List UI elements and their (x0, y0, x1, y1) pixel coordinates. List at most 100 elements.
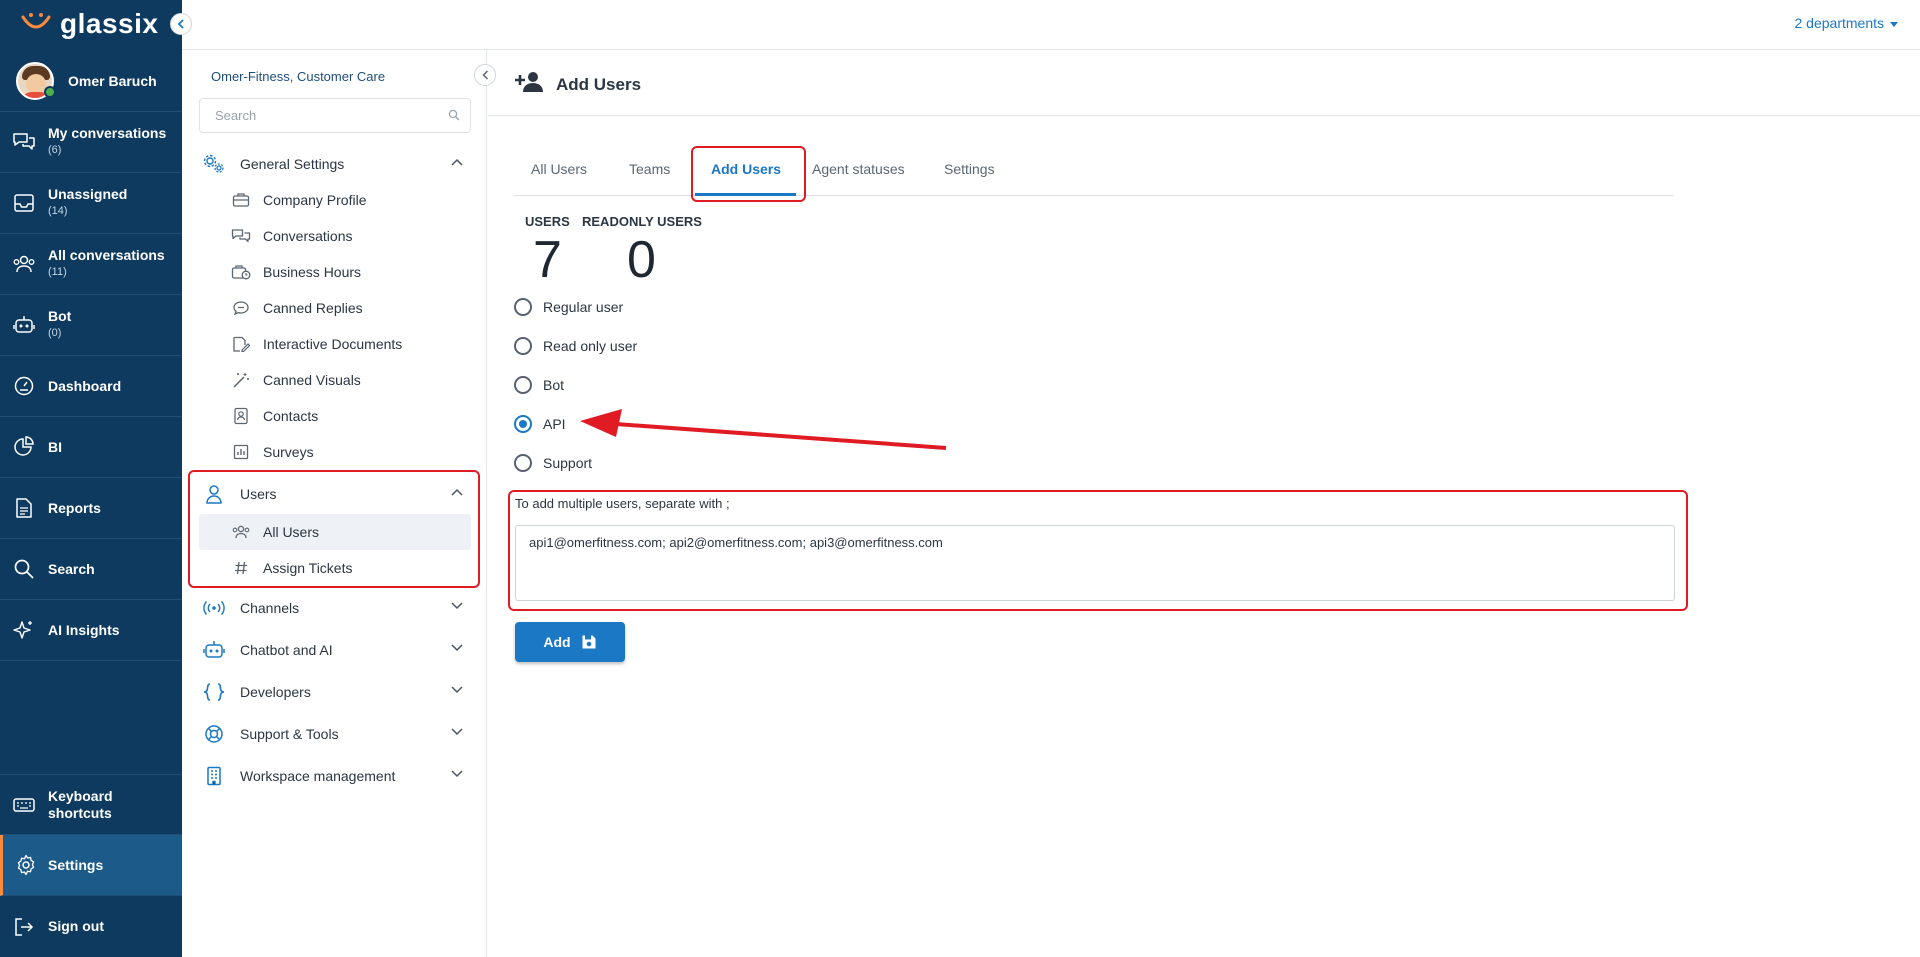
online-status-dot (44, 86, 56, 98)
chevron-up-icon (451, 158, 463, 166)
group-users[interactable]: Users (199, 476, 471, 512)
sub-canned-replies[interactable]: Canned Replies (199, 290, 471, 326)
sub-all-users[interactable]: All Users (199, 514, 471, 550)
nav-all-conversations[interactable]: All conversations (11) (0, 234, 182, 295)
tab-add-users[interactable]: Add Users (711, 161, 781, 177)
sub-assign-tickets[interactable]: Assign Tickets (199, 550, 471, 586)
group-channels[interactable]: Channels (199, 590, 471, 626)
briefcase-icon (232, 193, 250, 207)
nav-settings[interactable]: Settings (0, 835, 182, 896)
sub-contacts[interactable]: Contacts (199, 398, 471, 434)
sparkle-icon (13, 621, 32, 639)
sub-label: Business Hours (263, 264, 362, 280)
logo[interactable]: glassix (20, 6, 158, 42)
sub-business-hours[interactable]: Business Hours (199, 254, 471, 290)
radio-bot[interactable]: Bot (514, 376, 564, 394)
group-general-settings[interactable]: General Settings (199, 146, 471, 182)
radio-circle[interactable] (514, 376, 532, 394)
top-bar: 2 departments (182, 0, 1920, 50)
user-profile[interactable]: Omer Baruch (0, 50, 182, 112)
radio-circle[interactable] (514, 454, 532, 472)
collapse-settings-sidebar-button[interactable] (474, 64, 496, 86)
nav-ai-insights[interactable]: AI Insights (0, 600, 182, 661)
group-workspace-management[interactable]: Workspace management (199, 758, 471, 794)
main-nav: glassix Omer Baruch My conversations (6) … (0, 0, 192, 957)
add-user-icon (515, 72, 543, 92)
tab-agent-statuses[interactable]: Agent statuses (812, 161, 905, 177)
inbox-icon (14, 194, 34, 212)
settings-search-input[interactable]: Search (199, 98, 471, 133)
nav-search[interactable]: Search (0, 539, 182, 600)
nav-label: Settings (48, 856, 104, 873)
life-ring-icon (205, 725, 223, 743)
contact-card-icon (234, 407, 248, 425)
users-tabs: All Users Teams Add Users Agent statuses… (514, 148, 1674, 196)
radio-regular-user[interactable]: Regular user (514, 298, 623, 316)
collapse-nav-button[interactable] (170, 13, 192, 35)
group-developers[interactable]: Developers (199, 674, 471, 710)
add-button[interactable]: Add (515, 622, 625, 662)
organization-name: Omer-Fitness, Customer Care (211, 69, 386, 84)
tab-teams[interactable]: Teams (629, 161, 670, 177)
nav-unassigned[interactable]: Unassigned (14) (0, 173, 182, 234)
radio-circle-selected[interactable] (514, 415, 532, 433)
sub-label: Canned Visuals (263, 372, 361, 388)
settings-sidebar: Omer-Fitness, Customer Care Search Gener… (182, 50, 487, 957)
page-header: Add Users (488, 50, 1920, 116)
group-label: Channels (240, 600, 300, 616)
nav-label: My conversations (48, 125, 167, 141)
document-edit-icon (233, 336, 250, 352)
chevron-down-icon (451, 728, 463, 736)
sub-interactive-documents[interactable]: Interactive Documents (199, 326, 471, 362)
people-icon (232, 525, 250, 539)
tab-all-users[interactable]: All Users (531, 161, 587, 177)
group-support-and-tools[interactable]: Support & Tools (199, 716, 471, 752)
group-label: General Settings (240, 156, 345, 172)
chevron-down-icon (451, 644, 463, 652)
sub-label: Contacts (263, 408, 319, 424)
pie-chart-icon (14, 436, 34, 456)
sub-company-profile[interactable]: Company Profile (199, 182, 471, 218)
departments-dropdown[interactable]: 2 departments (1794, 15, 1898, 31)
radio-circle[interactable] (514, 337, 532, 355)
chevron-up-icon (451, 488, 463, 496)
group-label: Support & Tools (240, 726, 339, 742)
user-icon (206, 485, 222, 504)
group-label: Developers (240, 684, 311, 700)
radio-label: Bot (543, 377, 565, 393)
annotation-arrow-icon (580, 409, 947, 450)
nav-label: Bot (48, 308, 72, 324)
nav-my-conversations[interactable]: My conversations (6) (0, 112, 182, 173)
radio-support[interactable]: Support (514, 454, 592, 472)
tab-settings[interactable]: Settings (944, 161, 995, 177)
search-icon (14, 559, 34, 579)
nav-keyboard-shortcuts[interactable]: Keyboard shortcuts (0, 774, 182, 835)
sub-surveys[interactable]: Surveys (199, 434, 471, 470)
briefcase-clock-icon (231, 265, 251, 280)
radio-api[interactable]: API (514, 415, 566, 433)
bar-chart-icon (233, 444, 249, 460)
nav-sign-out[interactable]: Sign out (0, 896, 182, 957)
hashtag-icon (235, 561, 247, 575)
radio-circle[interactable] (514, 298, 532, 316)
nav-label: Unassigned (48, 186, 128, 202)
nav-reports[interactable]: Reports (0, 478, 182, 539)
sub-conversations[interactable]: Conversations (199, 218, 471, 254)
group-chatbot-and-ai[interactable]: Chatbot and AI (199, 632, 471, 668)
curly-braces-icon (203, 683, 225, 701)
nav-bot[interactable]: Bot (0) (0, 295, 182, 356)
readonly-users-count-label: READONLY USERS (582, 214, 702, 229)
radio-read-only-user[interactable]: Read only user (514, 337, 637, 355)
group-label: Chatbot and AI (240, 642, 333, 658)
radio-label: Regular user (543, 299, 624, 315)
departments-label: 2 departments (1794, 15, 1885, 31)
sub-label: Assign Tickets (263, 560, 353, 576)
search-icon (448, 109, 460, 121)
sign-out-icon (15, 917, 34, 936)
sub-canned-visuals[interactable]: Canned Visuals (199, 362, 471, 398)
emails-textarea[interactable]: api1@omerfitness.com; api2@omerfitness.c… (515, 525, 1675, 601)
nav-label: Search (48, 560, 95, 577)
save-floppy-icon (582, 635, 596, 649)
nav-dashboard[interactable]: Dashboard (0, 356, 182, 417)
nav-bi[interactable]: BI (0, 417, 182, 478)
